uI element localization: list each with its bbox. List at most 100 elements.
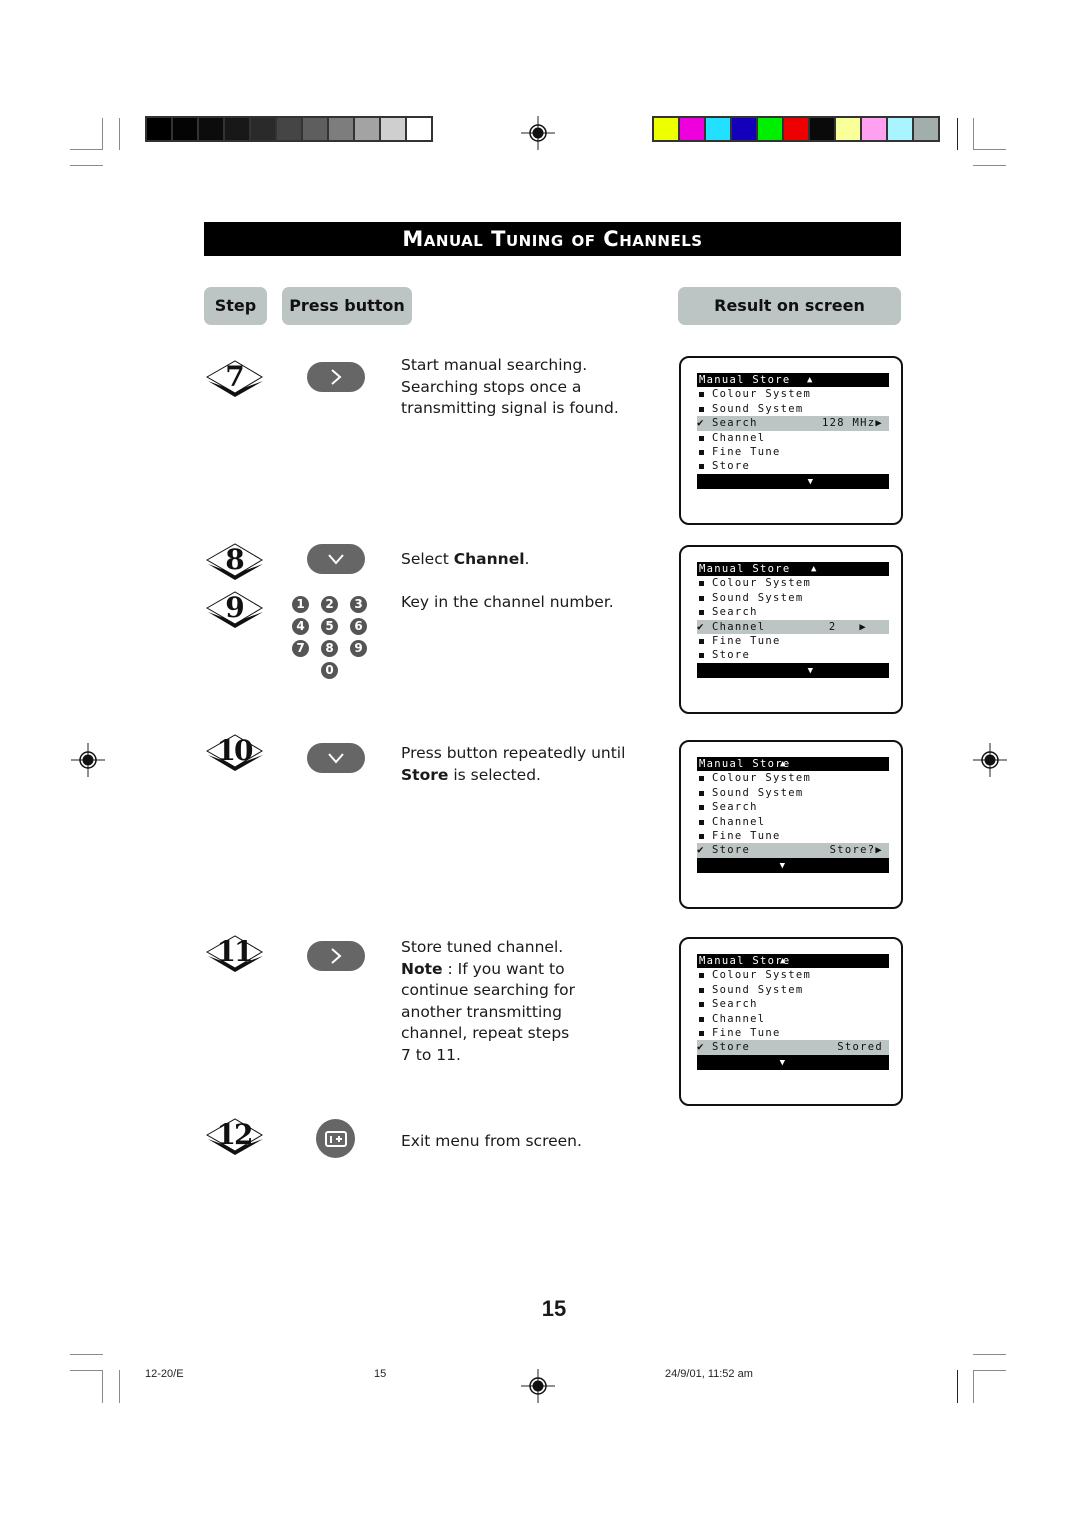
osd-menu: Manual Store ▲ Colour System Sound System Se… [697, 954, 889, 1070]
osd-item-label: Colour System [712, 388, 812, 401]
osd-item-label: Search [712, 417, 758, 430]
osd-menu-item[interactable]: Sound System [697, 402, 889, 416]
number-key-8[interactable]: 8 [321, 640, 338, 657]
number-key-7[interactable]: 7 [292, 640, 309, 657]
osd-menu-item[interactable]: Fine Tune [697, 1026, 889, 1040]
osd-menu-item[interactable]: Store [697, 648, 889, 662]
osd-header-title: Manual Store [699, 758, 791, 770]
color-swatch [836, 118, 860, 140]
osd-menu-item[interactable]: Search [697, 605, 889, 619]
crop-mark [70, 1370, 103, 1371]
osd-item-label: Store [712, 649, 751, 662]
number-key-6[interactable]: 6 [350, 618, 367, 635]
osd-header-title: Manual Store [699, 955, 791, 967]
tv-screen-step-10: Manual Store ▲ Colour System Sound System Se… [679, 740, 903, 909]
menu-icon [324, 1130, 347, 1147]
osd-menu-item[interactable]: ✔ Store Store?▶ [697, 843, 889, 858]
osd-menu-item[interactable]: Store [697, 459, 889, 473]
column-header-step: Step [204, 287, 267, 325]
osd-menu-item[interactable]: Sound System [697, 983, 889, 997]
osd-menu-item[interactable]: Channel [697, 431, 889, 445]
bold-text: Store [401, 765, 449, 784]
bullet-icon [699, 638, 704, 644]
bullet-icon [699, 1016, 704, 1022]
step-8-description: Select Channel. [401, 549, 656, 571]
scroll-down-icon: ▼ [807, 476, 815, 487]
number-key-9[interactable]: 9 [350, 640, 367, 657]
bullet-icon [699, 406, 704, 412]
scroll-up-icon: ▲ [780, 956, 787, 966]
number-key-3[interactable]: 3 [350, 596, 367, 613]
osd-item-value: 2 ▶ [828, 620, 867, 633]
tv-screen-step-7: Manual Store ▲ Colour System Sound System ✔ S… [679, 356, 903, 525]
osd-menu-item[interactable]: Search [697, 997, 889, 1011]
crop-mark [973, 165, 1006, 166]
osd-menu-item[interactable]: Sound System [697, 591, 889, 605]
osd-menu-item[interactable]: ✔ Store Stored [697, 1040, 889, 1055]
osd-item-label: Channel [712, 620, 766, 633]
note-label: Note [401, 959, 443, 978]
osd-item-label: Channel [712, 1012, 766, 1025]
chevron-down-icon [328, 753, 344, 764]
osd-item-label: Colour System [712, 577, 812, 590]
osd-item-label: Store [712, 460, 751, 473]
osd-menu-item[interactable]: Channel [697, 815, 889, 829]
step-number: 7 [225, 360, 244, 393]
osd-footer: ▼ [697, 662, 889, 678]
osd-menu: Manual Store ▲ Colour System Sound System ✔ S… [697, 373, 889, 489]
text: Store tuned channel. [401, 938, 564, 956]
bullet-icon [699, 1002, 704, 1008]
grayscale-swatch [329, 118, 353, 140]
crop-mark [973, 118, 974, 150]
osd-menu-item[interactable]: Colour System [697, 576, 889, 590]
color-swatch [654, 118, 678, 140]
grayscale-swatch [173, 118, 197, 140]
osd-menu-item[interactable]: Channel [697, 1012, 889, 1026]
osd-header-title: Manual Store [699, 563, 791, 575]
crop-mark [70, 1354, 103, 1355]
down-arrow-button[interactable] [307, 544, 365, 574]
bold-text: Channel [453, 550, 525, 568]
osd-menu-item[interactable]: Fine Tune [697, 634, 889, 648]
step-12-description: Exit menu from screen. [401, 1132, 582, 1150]
osd-menu-item[interactable]: Colour System [697, 387, 889, 401]
osd-header-title: Manual Store [699, 374, 791, 386]
menu-info-button[interactable] [316, 1119, 355, 1158]
osd-item-value: Store?▶ [829, 844, 883, 857]
crop-mark [102, 118, 103, 150]
osd-header: Manual Store ▲ [697, 954, 889, 969]
osd-menu-item[interactable]: Colour System [697, 771, 889, 785]
osd-header: Manual Store ▲ [697, 373, 889, 388]
scroll-up-icon: ▲ [811, 564, 818, 574]
step-number: 9 [225, 591, 244, 624]
osd-menu-item[interactable]: Fine Tune [697, 829, 889, 843]
grayscale-swatch [199, 118, 223, 140]
column-header-press-button: Press button [282, 287, 412, 325]
osd-item-label: Sound System [712, 402, 804, 415]
osd-menu-item[interactable]: ✔ Search 128 MHz▶ [697, 416, 889, 431]
registration-mark-icon [521, 116, 555, 150]
text: : If you want to [442, 959, 565, 978]
section-title: Manual Tuning of Channels [204, 222, 901, 256]
footer-page: 15 [374, 1368, 387, 1380]
bullet-icon [699, 1030, 704, 1036]
number-key-4[interactable]: 4 [292, 618, 309, 635]
osd-item-label: Store [712, 1041, 751, 1054]
osd-menu-item[interactable]: ✔ Channel 2 ▶ [697, 619, 889, 634]
osd-menu-item[interactable]: Fine Tune [697, 445, 889, 459]
number-key-1[interactable]: 1 [292, 596, 309, 613]
text: Press button repeatedly until [401, 744, 626, 762]
step-number: 8 [225, 543, 244, 576]
number-key-0[interactable]: 0 [321, 662, 338, 679]
number-key-5[interactable]: 5 [321, 618, 338, 635]
osd-menu-item[interactable]: Colour System [697, 968, 889, 982]
osd-menu-item[interactable]: Sound System [697, 786, 889, 800]
down-arrow-button[interactable] [307, 743, 365, 773]
right-arrow-button[interactable] [307, 941, 365, 971]
crop-mark [973, 1354, 1006, 1355]
text: is selected. [448, 765, 541, 784]
osd-menu-item[interactable]: Search [697, 800, 889, 814]
number-key-2[interactable]: 2 [321, 596, 338, 613]
osd-item-label: Fine Tune [712, 1026, 781, 1039]
right-arrow-button[interactable] [307, 362, 365, 392]
